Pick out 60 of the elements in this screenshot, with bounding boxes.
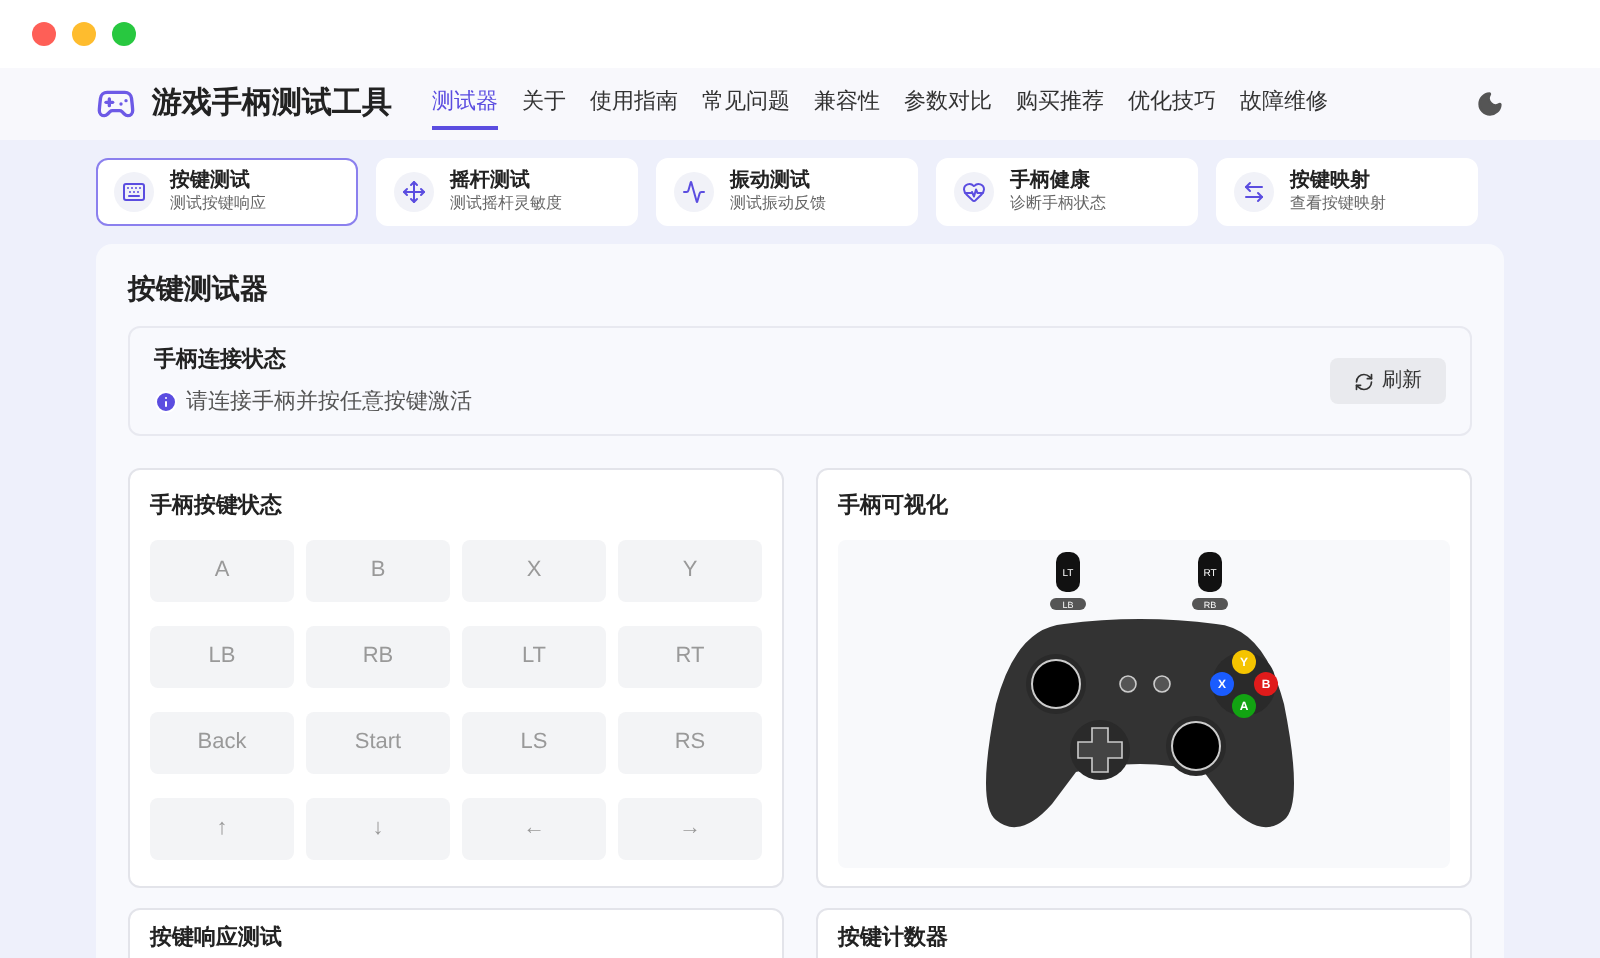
refresh-icon — [1354, 371, 1374, 391]
card-title: 手柄按键状态 — [150, 491, 284, 522]
gamepad-key: RS — [618, 711, 762, 773]
tool-tab[interactable]: 手柄健康 诊断手柄状态 — [936, 158, 1198, 226]
nav-link[interactable]: 故障维修 — [1240, 78, 1328, 130]
tool-title: 按键映射 — [1290, 169, 1372, 195]
tool-subtitle: 测试摇杆灵敏度 — [450, 194, 562, 215]
gamepad-key: ← — [462, 797, 606, 859]
gamepad-key: B — [306, 539, 450, 601]
tool-title: 振动测试 — [730, 169, 812, 195]
tool-icon — [674, 172, 714, 212]
tool-tab[interactable]: 按键映射 查看按键映射 — [1216, 158, 1478, 226]
info-icon — [154, 389, 178, 414]
tool-tab[interactable]: 按键测试 测试按键响应 — [96, 158, 358, 226]
gamepad-key: → — [618, 797, 762, 859]
nav-link[interactable]: 使用指南 — [590, 78, 678, 130]
gamepad-key: LB — [150, 625, 294, 687]
gamepad-key: LS — [462, 711, 606, 773]
nav-link[interactable]: 参数对比 — [904, 78, 992, 130]
tool-title: 摇杆测试 — [450, 169, 532, 195]
tool-icon — [114, 172, 154, 212]
gamepad-key: RT — [618, 625, 762, 687]
minimize-window-icon[interactable] — [72, 22, 96, 46]
tool-icon — [1234, 172, 1274, 212]
nav-link[interactable]: 常见问题 — [702, 78, 790, 130]
nav-link[interactable]: 测试器 — [432, 78, 498, 130]
connection-title: 手柄连接状态 — [154, 345, 288, 376]
app-title: 游戏手柄测试工具 — [152, 83, 392, 124]
tool-icon — [394, 172, 434, 212]
card-title: 手柄可视化 — [838, 491, 950, 522]
gamepad-key: X — [462, 539, 606, 601]
tool-subtitle: 查看按键映射 — [1290, 194, 1386, 215]
card-title: 按键响应测试 — [150, 923, 284, 954]
nav-link[interactable]: 关于 — [522, 78, 566, 130]
connection-message: 请连接手柄并按任意按键激活 — [186, 387, 472, 417]
gamepad-key: Start — [306, 711, 450, 773]
tool-subtitle: 测试按键响应 — [170, 194, 266, 215]
tool-subtitle: 测试振动反馈 — [730, 194, 826, 215]
gamepad-key: ↑ — [150, 797, 294, 859]
nav-link[interactable]: 兼容性 — [814, 78, 880, 130]
gamepad-key: Y — [618, 539, 762, 601]
card-title: 按键计数器 — [838, 923, 950, 954]
tool-tab[interactable]: 摇杆测试 测试摇杆灵敏度 — [376, 158, 638, 226]
gamepad-key: Back — [150, 711, 294, 773]
gamepad-key: RB — [306, 625, 450, 687]
tool-title: 手柄健康 — [1010, 169, 1092, 194]
dark-mode-icon[interactable] — [1476, 90, 1504, 118]
nav-link[interactable]: 购买推荐 — [1016, 78, 1104, 130]
tool-icon — [954, 172, 994, 212]
maximize-window-icon[interactable] — [112, 22, 136, 46]
tool-tab[interactable]: 振动测试 测试振动反馈 — [656, 158, 918, 226]
gamepad-key: ↓ — [306, 797, 450, 859]
gamepad-key: A — [150, 539, 294, 601]
nav-link[interactable]: 优化技巧 — [1128, 78, 1216, 130]
gamepad-key: LT — [462, 625, 606, 687]
tool-subtitle: 诊断手柄状态 — [1010, 194, 1106, 215]
close-window-icon[interactable] — [32, 22, 56, 46]
panel-title: 按键测试器 — [128, 270, 270, 308]
tool-title: 按键测试 — [170, 169, 250, 195]
refresh-button[interactable]: 刷新 — [1330, 358, 1446, 404]
